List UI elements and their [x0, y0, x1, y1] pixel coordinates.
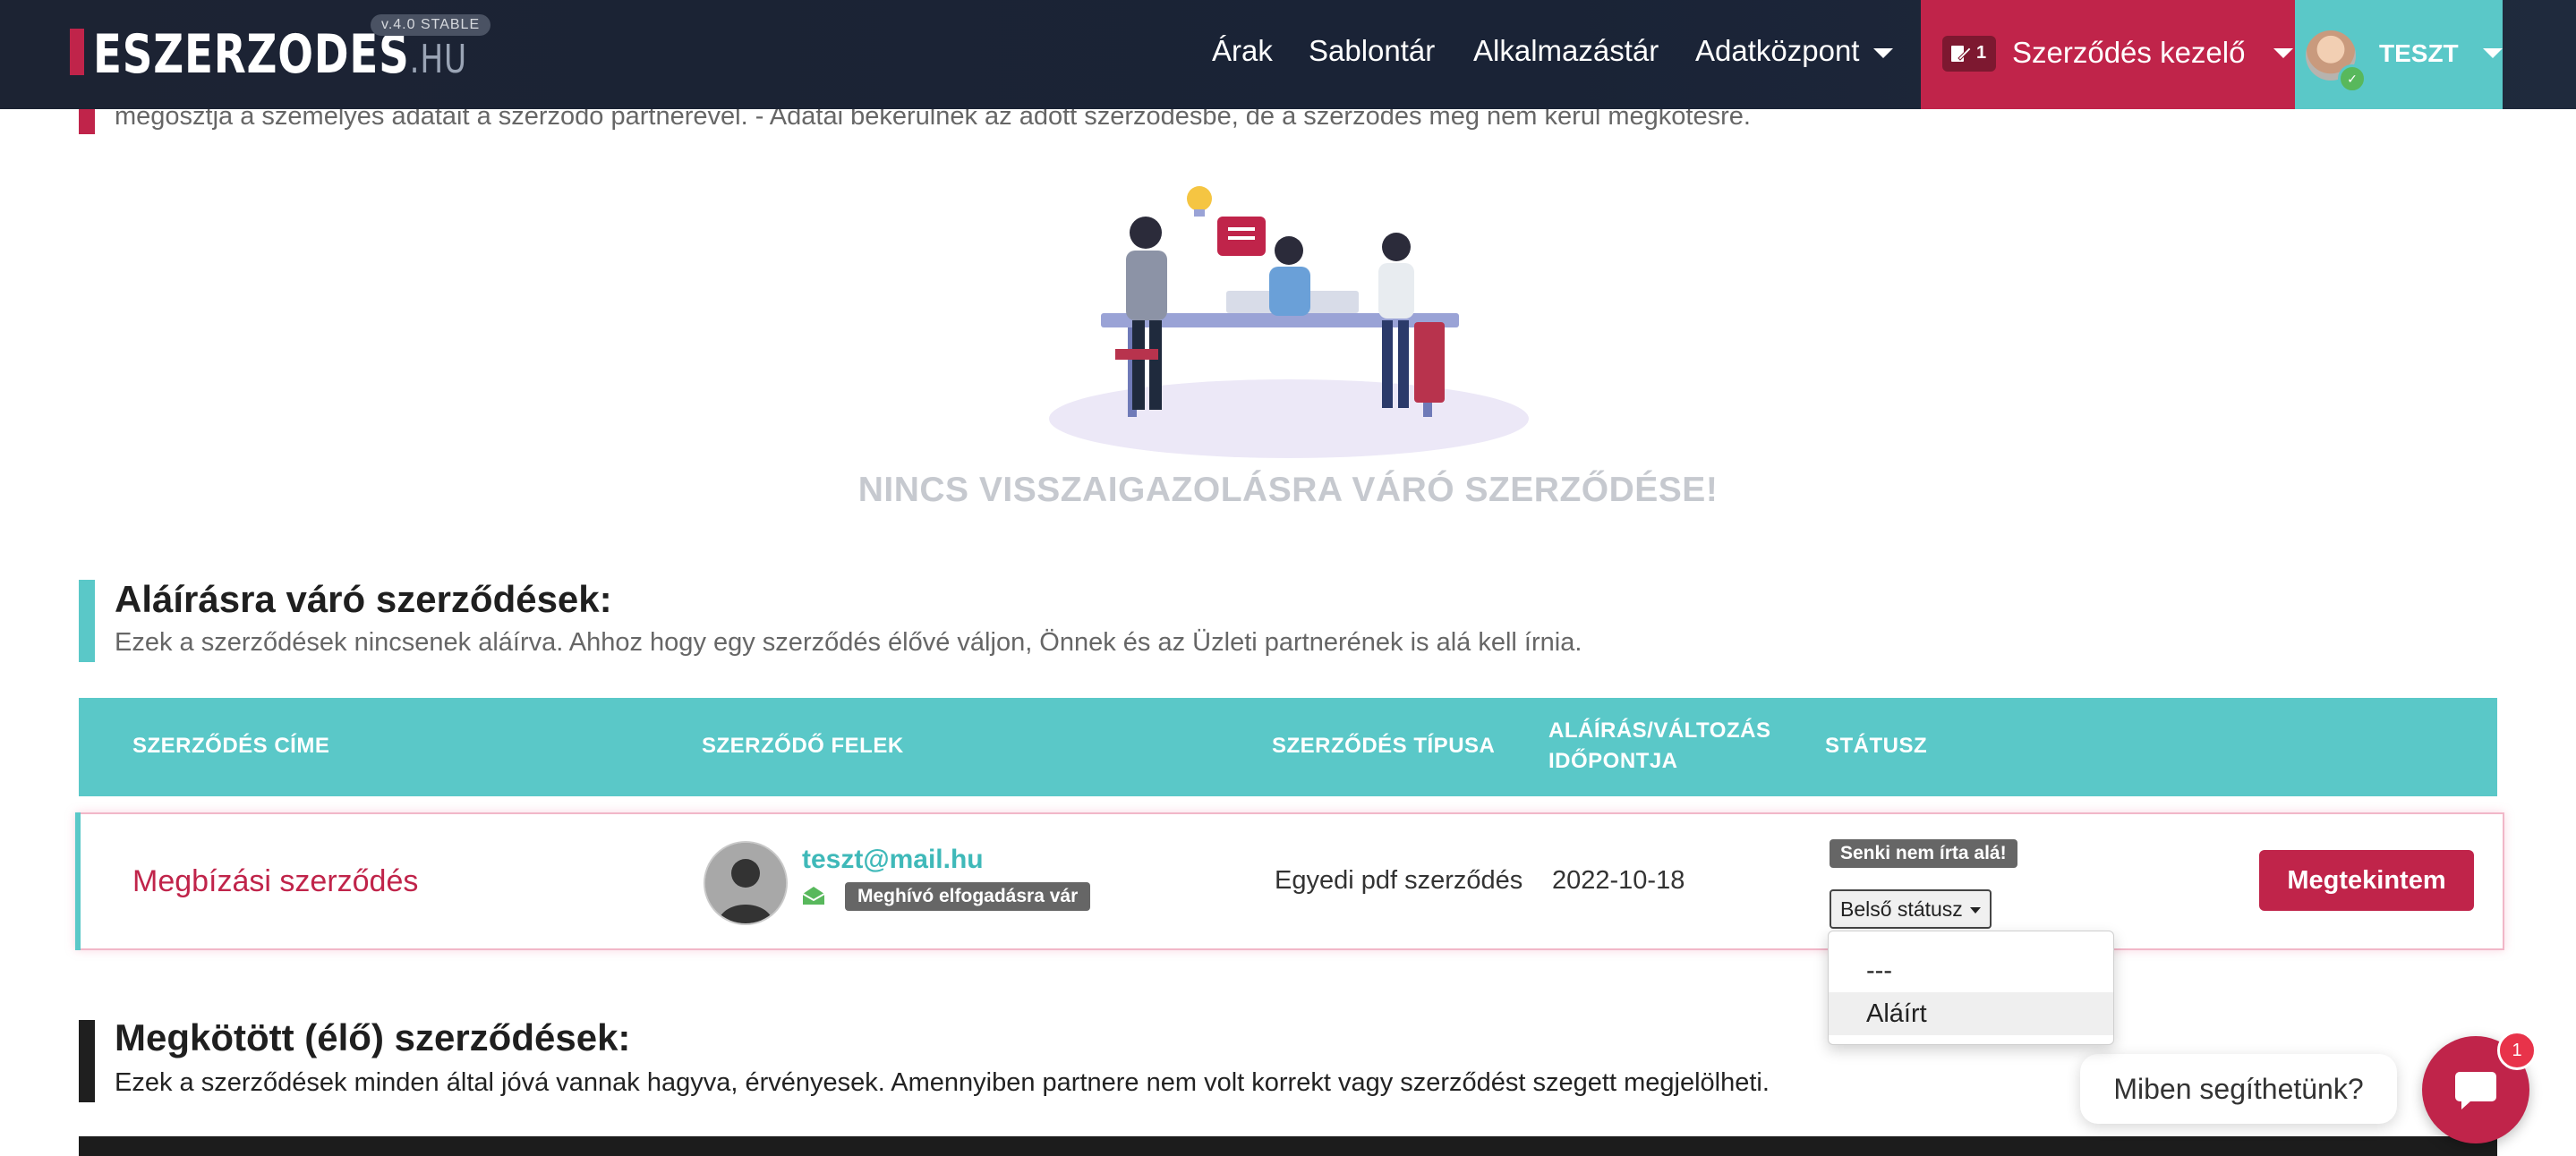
- dropdown-option-signed[interactable]: Aláírt: [1829, 992, 2113, 1035]
- live-contracts-description: Ezek a szerződések minden által jóvá van…: [115, 1068, 1770, 1097]
- top-navbar: ESZERZODES.HU v.4.0 STABLE Árak Sablontá…: [0, 0, 2576, 109]
- chevron-down-icon: [2483, 48, 2503, 58]
- dropdown-option-label: ---: [1866, 956, 1892, 985]
- col-header-parties: SZERZŐDŐ FELEK: [702, 734, 904, 758]
- version-badge: v.4.0 STABLE: [371, 14, 491, 36]
- contract-type: Egyedi pdf szerződés: [1275, 866, 1523, 895]
- live-contracts-title: Megkötött (élő) szerződések:: [115, 1016, 631, 1058]
- party-avatar: [704, 841, 788, 925]
- dropdown-option-none[interactable]: ---: [1829, 949, 2113, 992]
- user-verified-icon: ✓: [2338, 64, 2367, 93]
- chevron-down-icon: [2273, 48, 2293, 58]
- nav-link-data-center-label: Adatközpont: [1695, 34, 1860, 67]
- contract-sign-icon: [1951, 46, 1972, 62]
- col-header-date-line2: IDŐPONTJA: [1548, 749, 1678, 773]
- nav-link-data-center[interactable]: Adatközpont: [1695, 34, 1894, 68]
- view-contract-button[interactable]: Megtekintem: [2259, 850, 2474, 911]
- contract-manager-label: Szerződés kezelő: [2012, 36, 2246, 69]
- contract-count: 1: [1976, 43, 1987, 63]
- internal-status-dropdown: --- Aláírt: [1828, 931, 2114, 1045]
- chevron-down-icon: [1873, 47, 1894, 58]
- section-accent-bar: [79, 107, 95, 134]
- nav-link-app-store[interactable]: Alkalmazástár: [1473, 34, 1659, 68]
- live-contracts-table-header: [79, 1136, 2497, 1156]
- awaiting-signature-title: Aláírásra váró szerződések:: [115, 578, 612, 620]
- dropdown-option-label: Aláírt: [1866, 999, 1927, 1028]
- col-header-date-line1: ALÁÍRÁS/VÁLTOZÁS: [1548, 718, 1771, 743]
- logo-suffix: .HU: [409, 37, 467, 82]
- contract-title[interactable]: Megbízási szerződés: [132, 864, 418, 899]
- internal-status-label: Belső státusz: [1840, 897, 1963, 921]
- nav-link-templates[interactable]: Sablontár: [1309, 34, 1435, 68]
- contract-count-badge: 1: [1942, 36, 1996, 72]
- internal-status-select[interactable]: Belső státusz: [1830, 889, 1992, 929]
- envelope-open-icon: [802, 887, 825, 905]
- caret-down-icon: [1969, 907, 1981, 914]
- user-name: TESZT: [2379, 39, 2459, 67]
- col-header-date: ALÁÍRÁS/VÁLTOZÁS IDŐPONTJA: [1548, 716, 1770, 777]
- contract-manager-menu[interactable]: 1 Szerződés kezelő: [1921, 0, 2295, 109]
- chat-unread-badge: 1: [2497, 1031, 2537, 1070]
- section-accent-bar: [79, 1020, 95, 1102]
- status-badge: Senki nem írta alá!: [1830, 839, 2017, 868]
- person-silhouette-icon: [705, 843, 786, 923]
- chat-prompt[interactable]: Miben segíthetünk?: [2080, 1054, 2397, 1124]
- table-header: SZERZŐDÉS CÍME SZERZŐDŐ FELEK SZERZŐDÉS …: [79, 698, 2497, 796]
- section-accent-bar: [79, 580, 95, 662]
- team-meeting-illustration: [1049, 186, 1529, 458]
- chat-icon: [2455, 1072, 2496, 1109]
- awaiting-signature-description: Ezek a szerződések nincsenek aláírva. Ah…: [115, 628, 1582, 657]
- nav-link-pricing[interactable]: Árak: [1212, 34, 1273, 68]
- user-menu[interactable]: ✓ TESZT: [2295, 0, 2503, 109]
- invite-pending-badge: Meghívó elfogadásra vár: [845, 882, 1091, 911]
- col-header-type: SZERZŐDÉS TÍPUSA: [1272, 734, 1496, 758]
- col-header-title: SZERZŐDÉS CÍME: [132, 734, 330, 758]
- logo-mark: [70, 29, 84, 75]
- party-email[interactable]: teszt@mail.hu: [802, 845, 984, 875]
- contract-date: 2022-10-18: [1552, 866, 1685, 895]
- logo-main: ESZERZODES: [93, 23, 410, 86]
- empty-pending-message: NINCS VISSZAIGAZOLÁSRA VÁRÓ SZERZŐDÉSE!: [857, 471, 1719, 509]
- table-row: Megbízási szerződés teszt@mail.hu Meghív…: [75, 812, 2504, 950]
- col-header-status: STÁTUSZ: [1825, 734, 1928, 758]
- row-accent-bar: [75, 812, 81, 950]
